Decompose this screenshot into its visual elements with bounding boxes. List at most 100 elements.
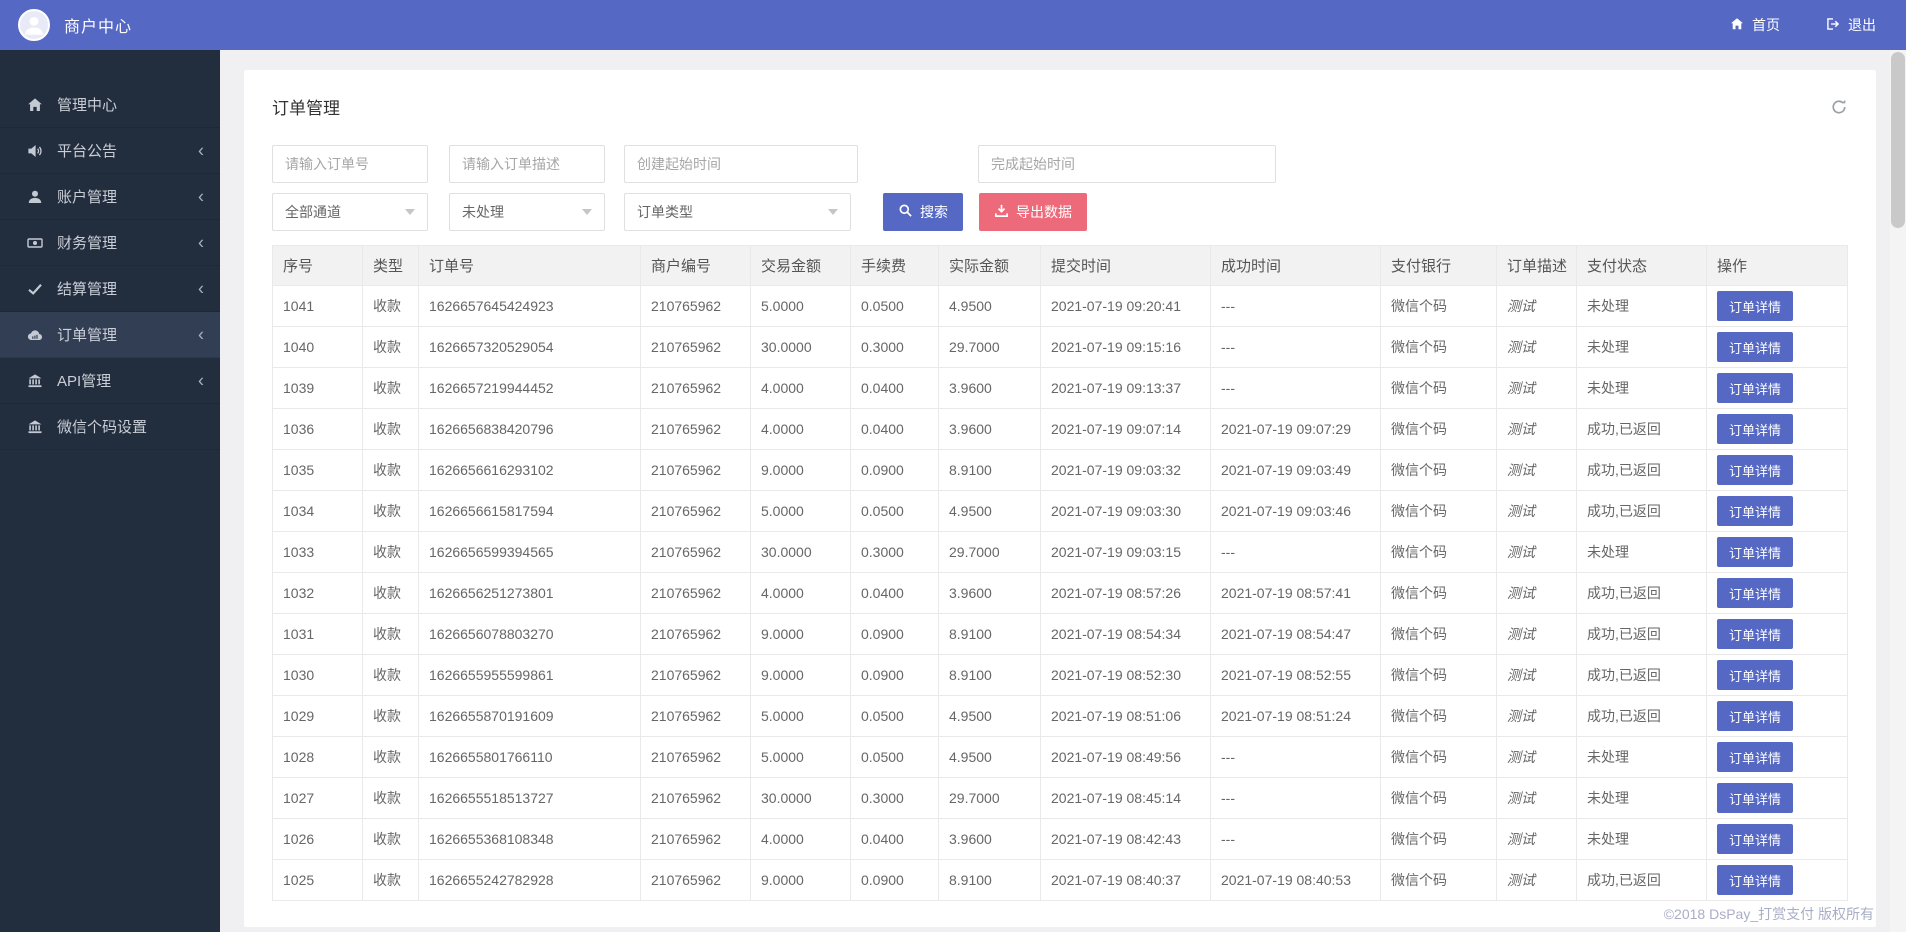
cell-order-no: 1626656078803270 — [418, 613, 641, 655]
sidebar-item-account-management[interactable]: 账户管理 ‹ — [0, 174, 220, 220]
caret-down-icon — [582, 209, 592, 215]
order-detail-button[interactable]: 订单详情 — [1717, 537, 1794, 567]
table-row: 1040 收款 1626657320529054 210765962 30.00… — [272, 326, 1848, 368]
cell-actual-amount: 3.9600 — [938, 408, 1041, 450]
order-detail-button[interactable]: 订单详情 — [1717, 496, 1794, 526]
sidebar-item-platform-notice[interactable]: 平台公告 ‹ — [0, 128, 220, 174]
cell-order-desc: 测试 — [1496, 326, 1577, 368]
table-row: 1036 收款 1626656838420796 210765962 4.000… — [272, 408, 1848, 450]
cell-pay-status: 成功,已返回 — [1576, 408, 1707, 450]
bank-icon — [26, 418, 43, 435]
cell-action: 订单详情 — [1706, 736, 1848, 778]
bank-icon — [26, 372, 43, 389]
column-header: 提交时间 — [1040, 245, 1211, 286]
order-no-input[interactable] — [272, 145, 428, 183]
order-table-body: 1041 收款 1626657645424923 210765962 5.000… — [272, 285, 1848, 901]
order-desc-input[interactable] — [449, 145, 605, 183]
create-time-input[interactable] — [624, 145, 858, 183]
sidebar: 管理中心 平台公告 ‹ 账户管理 ‹ 财务管理 ‹ 结算管理 ‹ 订单管理 ‹ — [0, 50, 220, 932]
column-header: 支付银行 — [1380, 245, 1497, 286]
order-detail-button[interactable]: 订单详情 — [1717, 578, 1794, 608]
scrollbar-thumb[interactable] — [1891, 52, 1905, 228]
cell-order-no: 1626656615817594 — [418, 490, 641, 532]
cell-type: 收款 — [362, 531, 419, 573]
column-header: 成功时间 — [1210, 245, 1381, 286]
nav-home-link[interactable]: 首页 — [1730, 15, 1780, 35]
cell-order-desc: 测试 — [1496, 449, 1577, 491]
table-row: 1027 收款 1626655518513727 210765962 30.00… — [272, 777, 1848, 819]
top-header-bar: 商户中心 首页 退出 — [0, 0, 1906, 50]
cell-fee: 0.0400 — [850, 408, 939, 450]
order-detail-button[interactable]: 订单详情 — [1717, 701, 1794, 731]
cell-pay-bank: 微信个码 — [1380, 777, 1497, 819]
cell-merchant-no: 210765962 — [640, 326, 751, 368]
cell-success-time: 2021-07-19 08:54:47 — [1210, 613, 1381, 655]
export-data-button[interactable]: 导出数据 — [979, 193, 1087, 231]
channel-select[interactable]: 全部通道 — [272, 193, 428, 231]
cell-merchant-no: 210765962 — [640, 695, 751, 737]
cell-merchant-no: 210765962 — [640, 777, 751, 819]
order-detail-button[interactable]: 订单详情 — [1717, 660, 1794, 690]
order-detail-button[interactable]: 订单详情 — [1717, 332, 1794, 362]
order-detail-button[interactable]: 订单详情 — [1717, 783, 1794, 813]
home-icon — [1730, 17, 1744, 34]
scrollbar-track[interactable] — [1890, 50, 1906, 932]
sidebar-item-label: 财务管理 — [57, 235, 118, 252]
cell-success-time: --- — [1210, 285, 1381, 327]
status-select[interactable]: 未处理 — [449, 193, 605, 231]
cell-amount: 5.0000 — [750, 695, 851, 737]
cell-pay-status: 成功,已返回 — [1576, 859, 1707, 901]
column-header: 支付状态 — [1576, 245, 1707, 286]
cell-action: 订单详情 — [1706, 449, 1848, 491]
order-detail-button[interactable]: 订单详情 — [1717, 824, 1794, 854]
cell-order-no: 1626655368108348 — [418, 818, 641, 860]
order-detail-button[interactable]: 订单详情 — [1717, 291, 1794, 321]
sidebar-item-label: 结算管理 — [57, 281, 118, 298]
table-row: 1035 收款 1626656616293102 210765962 9.000… — [272, 449, 1848, 491]
chevron-left-icon: ‹ — [198, 323, 204, 344]
cell-order-no: 1626655242782928 — [418, 859, 641, 901]
sidebar-item-admin-center[interactable]: 管理中心 — [0, 82, 220, 128]
cell-submit-time: 2021-07-19 09:03:30 — [1040, 490, 1211, 532]
sidebar-item-label: 账户管理 — [57, 189, 118, 206]
cell-submit-time: 2021-07-19 08:40:37 — [1040, 859, 1211, 901]
cell-action: 订单详情 — [1706, 613, 1848, 655]
chevron-left-icon: ‹ — [198, 231, 204, 252]
cell-success-time: 2021-07-19 08:57:41 — [1210, 572, 1381, 614]
order-detail-button[interactable]: 订单详情 — [1717, 455, 1794, 485]
finish-time-input[interactable] — [978, 145, 1276, 183]
cell-actual-amount: 3.9600 — [938, 818, 1041, 860]
cell-pay-bank: 微信个码 — [1380, 326, 1497, 368]
order-type-select[interactable]: 订单类型 — [624, 193, 851, 231]
cell-merchant-no: 210765962 — [640, 572, 751, 614]
order-detail-button[interactable]: 订单详情 — [1717, 865, 1794, 895]
cell-success-time: 2021-07-19 08:52:55 — [1210, 654, 1381, 696]
order-type-select-value: 订单类型 — [637, 204, 693, 220]
sidebar-item-finance-management[interactable]: 财务管理 ‹ — [0, 220, 220, 266]
cell-action: 订单详情 — [1706, 777, 1848, 819]
check-icon — [26, 280, 43, 297]
cell-type: 收款 — [362, 777, 419, 819]
refresh-icon[interactable] — [1830, 98, 1848, 116]
order-detail-button[interactable]: 订单详情 — [1717, 742, 1794, 772]
cell-type: 收款 — [362, 818, 419, 860]
table-header-row: 序号 类型 订单号 商户编号 交易金额 手续费 实际金额 提交时间 成功时间 支付银行 订单描述 支付… — [272, 245, 1848, 286]
sidebar-item-api-management[interactable]: API管理 ‹ — [0, 358, 220, 404]
sidebar-item-settlement-management[interactable]: 结算管理 ‹ — [0, 266, 220, 312]
cell-type: 收款 — [362, 613, 419, 655]
order-detail-button[interactable]: 订单详情 — [1717, 373, 1794, 403]
search-button[interactable]: 搜索 — [883, 193, 963, 231]
cell-submit-time: 2021-07-19 09:07:14 — [1040, 408, 1211, 450]
table-row: 1039 收款 1626657219944452 210765962 4.000… — [272, 367, 1848, 409]
order-detail-button[interactable]: 订单详情 — [1717, 414, 1794, 444]
order-detail-button[interactable]: 订单详情 — [1717, 619, 1794, 649]
cell-amount: 4.0000 — [750, 572, 851, 614]
nav-logout-link[interactable]: 退出 — [1826, 15, 1876, 35]
sidebar-item-wechat-qr-settings[interactable]: 微信个码设置 — [0, 404, 220, 450]
user-icon — [26, 188, 43, 205]
sidebar-item-order-management[interactable]: 订单管理 ‹ — [0, 312, 220, 358]
nav-home-label: 首页 — [1752, 17, 1780, 33]
cell-action: 订单详情 — [1706, 818, 1848, 860]
cell-amount: 30.0000 — [750, 777, 851, 819]
cell-type: 收款 — [362, 367, 419, 409]
